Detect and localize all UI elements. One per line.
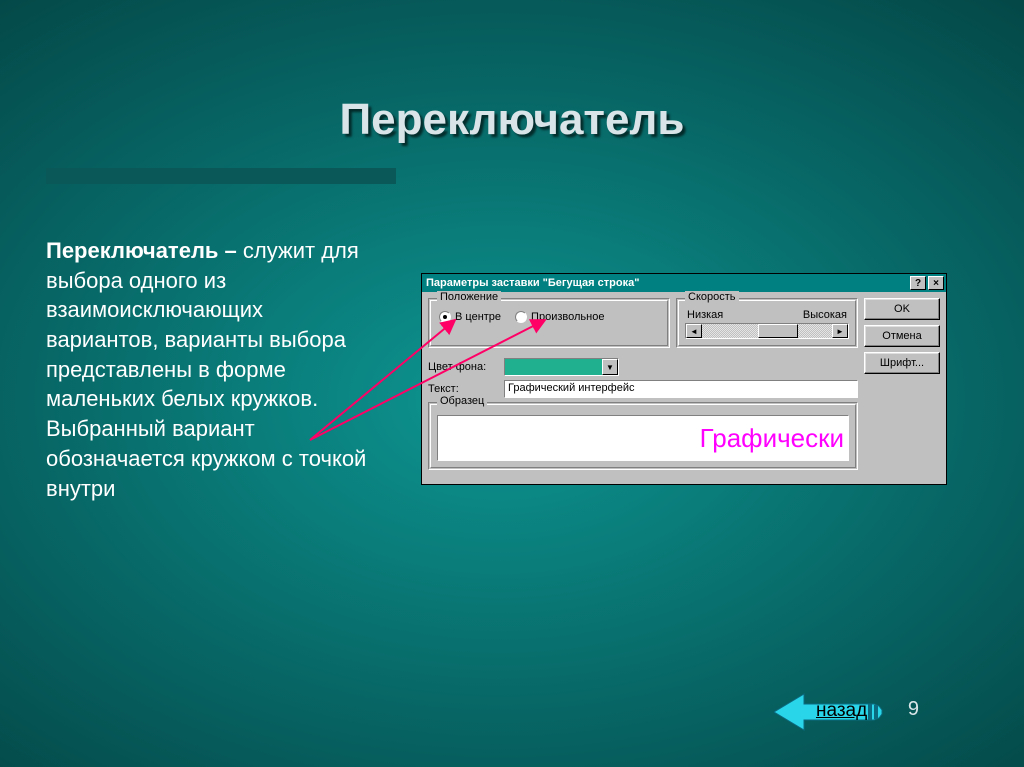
bgcolor-swatch bbox=[505, 359, 602, 375]
sample-preview: Графически bbox=[437, 415, 849, 461]
radio-arbitrary-icon[interactable] bbox=[515, 311, 527, 323]
speed-increment-button[interactable]: ► bbox=[832, 324, 848, 338]
chevron-down-icon[interactable]: ▼ bbox=[602, 359, 618, 375]
body-text-bold: Переключатель – bbox=[46, 238, 237, 263]
position-groupbox: Положение В центре Произвольное bbox=[428, 298, 670, 348]
page-number: 9 bbox=[908, 698, 919, 721]
body-text: Переключатель – служит для выбора одного… bbox=[46, 236, 376, 503]
speed-slider[interactable]: ◄ ► bbox=[685, 323, 849, 339]
text-input[interactable]: Графический интерфейс bbox=[504, 380, 858, 398]
sample-legend: Образец bbox=[437, 395, 487, 407]
bgcolor-label: Цвет фона: bbox=[428, 361, 496, 373]
dialog-title: Параметры заставки "Бегущая строка" bbox=[426, 277, 908, 289]
close-button[interactable]: × bbox=[928, 276, 944, 290]
radio-arbitrary[interactable]: Произвольное bbox=[515, 311, 604, 323]
back-label: назад bbox=[816, 700, 867, 722]
radio-center-label: В центре bbox=[455, 311, 501, 323]
title-underline bbox=[46, 168, 396, 184]
speed-high-label: Высокая bbox=[803, 309, 847, 321]
speed-decrement-button[interactable]: ◄ bbox=[686, 324, 702, 338]
speed-track[interactable] bbox=[702, 324, 832, 338]
screensaver-settings-dialog: Параметры заставки "Бегущая строка" ? × … bbox=[421, 273, 947, 485]
speed-legend: Скорость bbox=[685, 291, 739, 303]
help-button[interactable]: ? bbox=[910, 276, 926, 290]
sample-groupbox: Образец Графически bbox=[428, 402, 858, 470]
speed-groupbox: Скорость Низкая Высокая ◄ ► bbox=[676, 298, 858, 348]
speed-thumb[interactable] bbox=[758, 324, 798, 338]
font-button[interactable]: Шрифт... bbox=[864, 352, 940, 374]
slide-title: Переключатель bbox=[0, 95, 1024, 145]
position-legend: Положение bbox=[437, 291, 501, 303]
body-text-rest: служит для выбора одного из взаимоисключ… bbox=[46, 238, 366, 501]
radio-center-icon[interactable] bbox=[439, 311, 451, 323]
bgcolor-dropdown[interactable]: ▼ bbox=[504, 358, 619, 376]
radio-arbitrary-label: Произвольное bbox=[531, 311, 604, 323]
cancel-button[interactable]: Отмена bbox=[864, 325, 940, 347]
back-button[interactable]: назад bbox=[774, 692, 884, 732]
radio-center[interactable]: В центре bbox=[439, 311, 501, 323]
dialog-titlebar[interactable]: Параметры заставки "Бегущая строка" ? × bbox=[422, 274, 946, 292]
ok-button[interactable]: OK bbox=[864, 298, 940, 320]
text-field-label: Текст: bbox=[428, 383, 496, 395]
speed-low-label: Низкая bbox=[687, 309, 723, 321]
